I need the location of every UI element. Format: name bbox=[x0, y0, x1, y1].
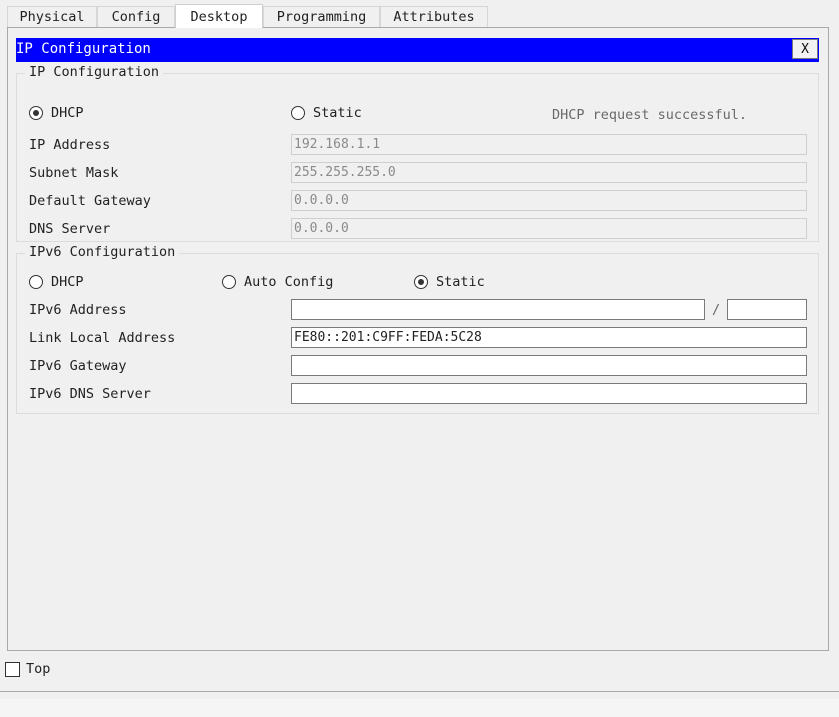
tab-config[interactable]: Config bbox=[97, 6, 175, 27]
footer-divider bbox=[0, 691, 839, 692]
link-local-field[interactable] bbox=[291, 327, 807, 348]
ipv6-address-label: IPv6 Address bbox=[29, 302, 127, 318]
ipv6-static-radio[interactable]: Static bbox=[414, 274, 485, 290]
ipv4-static-radio[interactable]: Static bbox=[291, 105, 362, 121]
ipv6-auto-config-radio[interactable]: Auto Config bbox=[222, 274, 333, 290]
close-button[interactable]: X bbox=[792, 39, 818, 59]
dhcp-status-message: DHCP request successful. bbox=[552, 107, 748, 123]
ipv6-prefix-field[interactable] bbox=[727, 299, 807, 320]
subnet-mask-label: Subnet Mask bbox=[29, 165, 119, 181]
subnet-mask-field[interactable] bbox=[291, 162, 807, 183]
tab-physical[interactable]: Physical bbox=[7, 6, 97, 27]
radio-selected-icon bbox=[414, 275, 428, 289]
ipv6-address-field[interactable] bbox=[291, 299, 705, 320]
tab-bar: Physical Config Desktop Programming Attr… bbox=[7, 4, 488, 28]
tab-programming[interactable]: Programming bbox=[263, 6, 380, 27]
ip-address-field[interactable] bbox=[291, 134, 807, 155]
radio-unselected-icon bbox=[222, 275, 236, 289]
status-bar bbox=[0, 699, 839, 717]
ip-address-label: IP Address bbox=[29, 137, 111, 153]
radio-unselected-icon bbox=[29, 275, 43, 289]
dns-server-label: DNS Server bbox=[29, 221, 111, 237]
top-checkbox-label: Top bbox=[26, 661, 51, 677]
prefix-separator: / bbox=[712, 302, 721, 318]
top-checkbox[interactable]: Top bbox=[5, 661, 50, 677]
default-gateway-label: Default Gateway bbox=[29, 193, 151, 209]
ipv6-auto-config-label: Auto Config bbox=[244, 274, 334, 290]
ipv6-gateway-label: IPv6 Gateway bbox=[29, 358, 127, 374]
radio-selected-icon bbox=[29, 106, 43, 120]
ipv6-dhcp-label: DHCP bbox=[51, 274, 84, 290]
ipv4-group-legend: IP Configuration bbox=[25, 64, 164, 80]
app-titlebar: IP Configuration X bbox=[16, 38, 819, 62]
default-gateway-field[interactable] bbox=[291, 190, 807, 211]
desktop-panel: IP Configuration X IP Configuration DHCP… bbox=[7, 27, 829, 651]
ipv6-dhcp-radio[interactable]: DHCP bbox=[29, 274, 84, 290]
ipv6-dns-label: IPv6 DNS Server bbox=[29, 386, 151, 402]
app-title: IP Configuration bbox=[16, 41, 151, 57]
tab-attributes[interactable]: Attributes bbox=[380, 6, 488, 27]
ipv4-dhcp-radio[interactable]: DHCP bbox=[29, 105, 84, 121]
ipv6-dns-field[interactable] bbox=[291, 383, 807, 404]
ipv6-gateway-field[interactable] bbox=[291, 355, 807, 376]
ipv6-static-label: Static bbox=[436, 274, 485, 290]
link-local-label: Link Local Address bbox=[29, 330, 176, 346]
ipv4-dhcp-label: DHCP bbox=[51, 105, 84, 121]
ipv4-static-label: Static bbox=[313, 105, 362, 121]
ipv6-group-legend: IPv6 Configuration bbox=[25, 244, 180, 260]
ipv6-config-group: IPv6 Configuration DHCP Auto Config Stat… bbox=[16, 244, 819, 414]
tab-desktop[interactable]: Desktop bbox=[175, 4, 263, 28]
ipv4-config-group: IP Configuration DHCP Static DHCP reques… bbox=[16, 64, 819, 242]
checkbox-unchecked-icon bbox=[5, 661, 20, 677]
radio-unselected-icon bbox=[291, 106, 305, 120]
dns-server-field[interactable] bbox=[291, 218, 807, 239]
